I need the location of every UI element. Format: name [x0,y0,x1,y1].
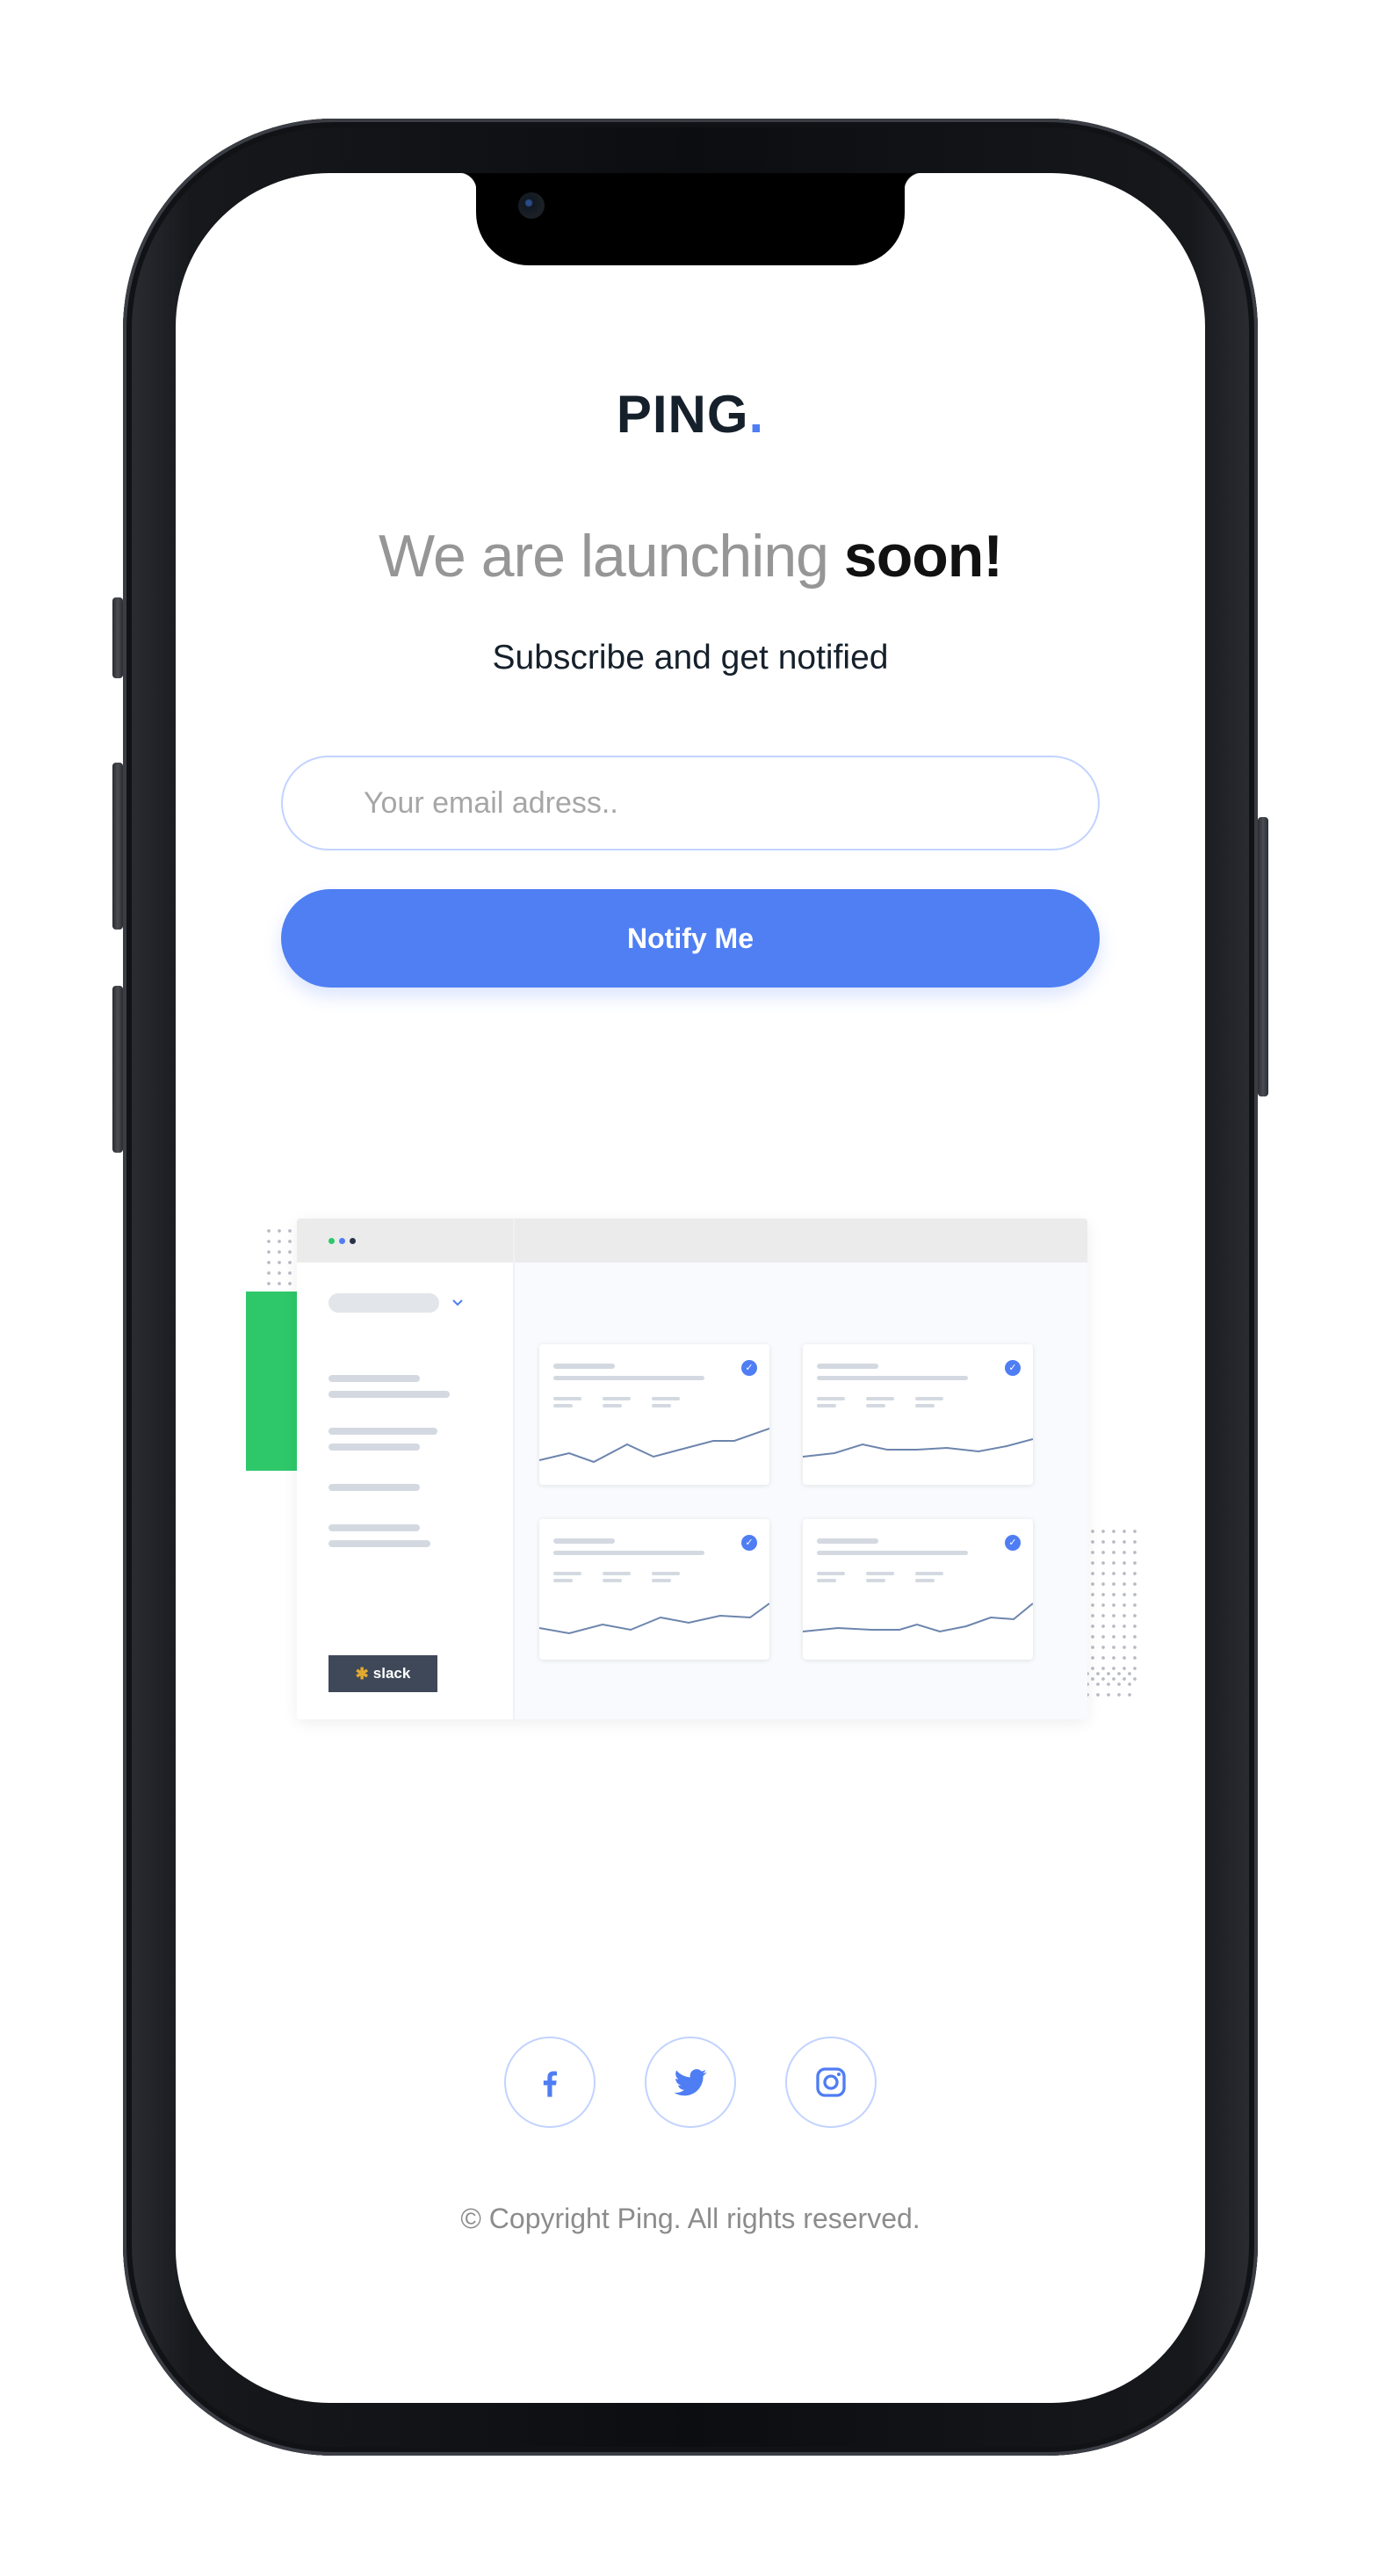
chevron-down-icon [452,1299,463,1306]
sidebar-line [329,1524,420,1531]
sidebar-line [329,1444,420,1451]
camera-icon [518,192,545,219]
chart-card: ✓ [803,1344,1033,1485]
check-icon: ✓ [741,1535,757,1551]
instagram-button[interactable] [785,2037,877,2128]
chart-card: ✓ [539,1519,769,1660]
sidebar-select [329,1293,439,1313]
logo: PING. [176,384,1205,445]
check-icon: ✓ [1005,1360,1021,1376]
instagram-icon [816,2067,846,2097]
twitter-icon [674,2069,707,2096]
sparkline [539,1603,769,1635]
page-title: We are launching soon! [176,522,1205,590]
brand-dot: . [748,385,765,444]
twitter-button[interactable] [645,2037,736,2128]
sparkline [803,1603,1033,1633]
slack-icon: ✱ [355,1664,369,1682]
sidebar-line [329,1540,430,1547]
phone-screen: PING. We are launching soon! Subscribe a… [176,173,1205,2403]
notify-me-button[interactable]: Notify Me [281,889,1100,988]
window-dot-blue [339,1238,345,1244]
window-dot-green [329,1238,335,1244]
volume-up-button [112,763,123,930]
facebook-icon [543,2071,557,2097]
silent-switch [112,597,123,678]
volume-down-button [112,986,123,1153]
sidebar-line [329,1428,437,1435]
dashboard-illustration: ✱ slack ✓ ✓ ✓ ✓ [246,1157,1142,1737]
subtitle: Subscribe and get notified [492,639,889,677]
sidebar-line [329,1391,450,1398]
sidebar-line [329,1375,420,1382]
window-dot-dark [350,1238,356,1244]
check-icon: ✓ [1005,1535,1021,1551]
sidebar-line [329,1484,420,1491]
slack-label: slack [372,1665,411,1682]
copyright-text: © Copyright Ping. All rights reserved. [460,2203,921,2234]
sparkline [803,1438,1033,1458]
headline-light: We are launching [379,523,844,590]
notch [458,173,922,265]
power-button [1258,817,1268,1096]
facebook-button[interactable] [504,2037,596,2128]
chart-card: ✓ [803,1519,1033,1660]
chart-card: ✓ [539,1344,769,1485]
dashboard-sidebar: ✱ slack [297,1219,515,1719]
dashboard-window: ✱ slack ✓ ✓ ✓ ✓ [297,1219,1087,1719]
sparkline [539,1428,769,1464]
green-accent-block [246,1292,302,1471]
dot-pattern-right [1087,1526,1137,1684]
brand-name: PING [616,385,749,444]
email-input[interactable] [281,756,1100,850]
slack-button: ✱ slack [329,1655,437,1692]
check-icon: ✓ [741,1360,757,1376]
headline-bold: soon! [843,523,1003,590]
